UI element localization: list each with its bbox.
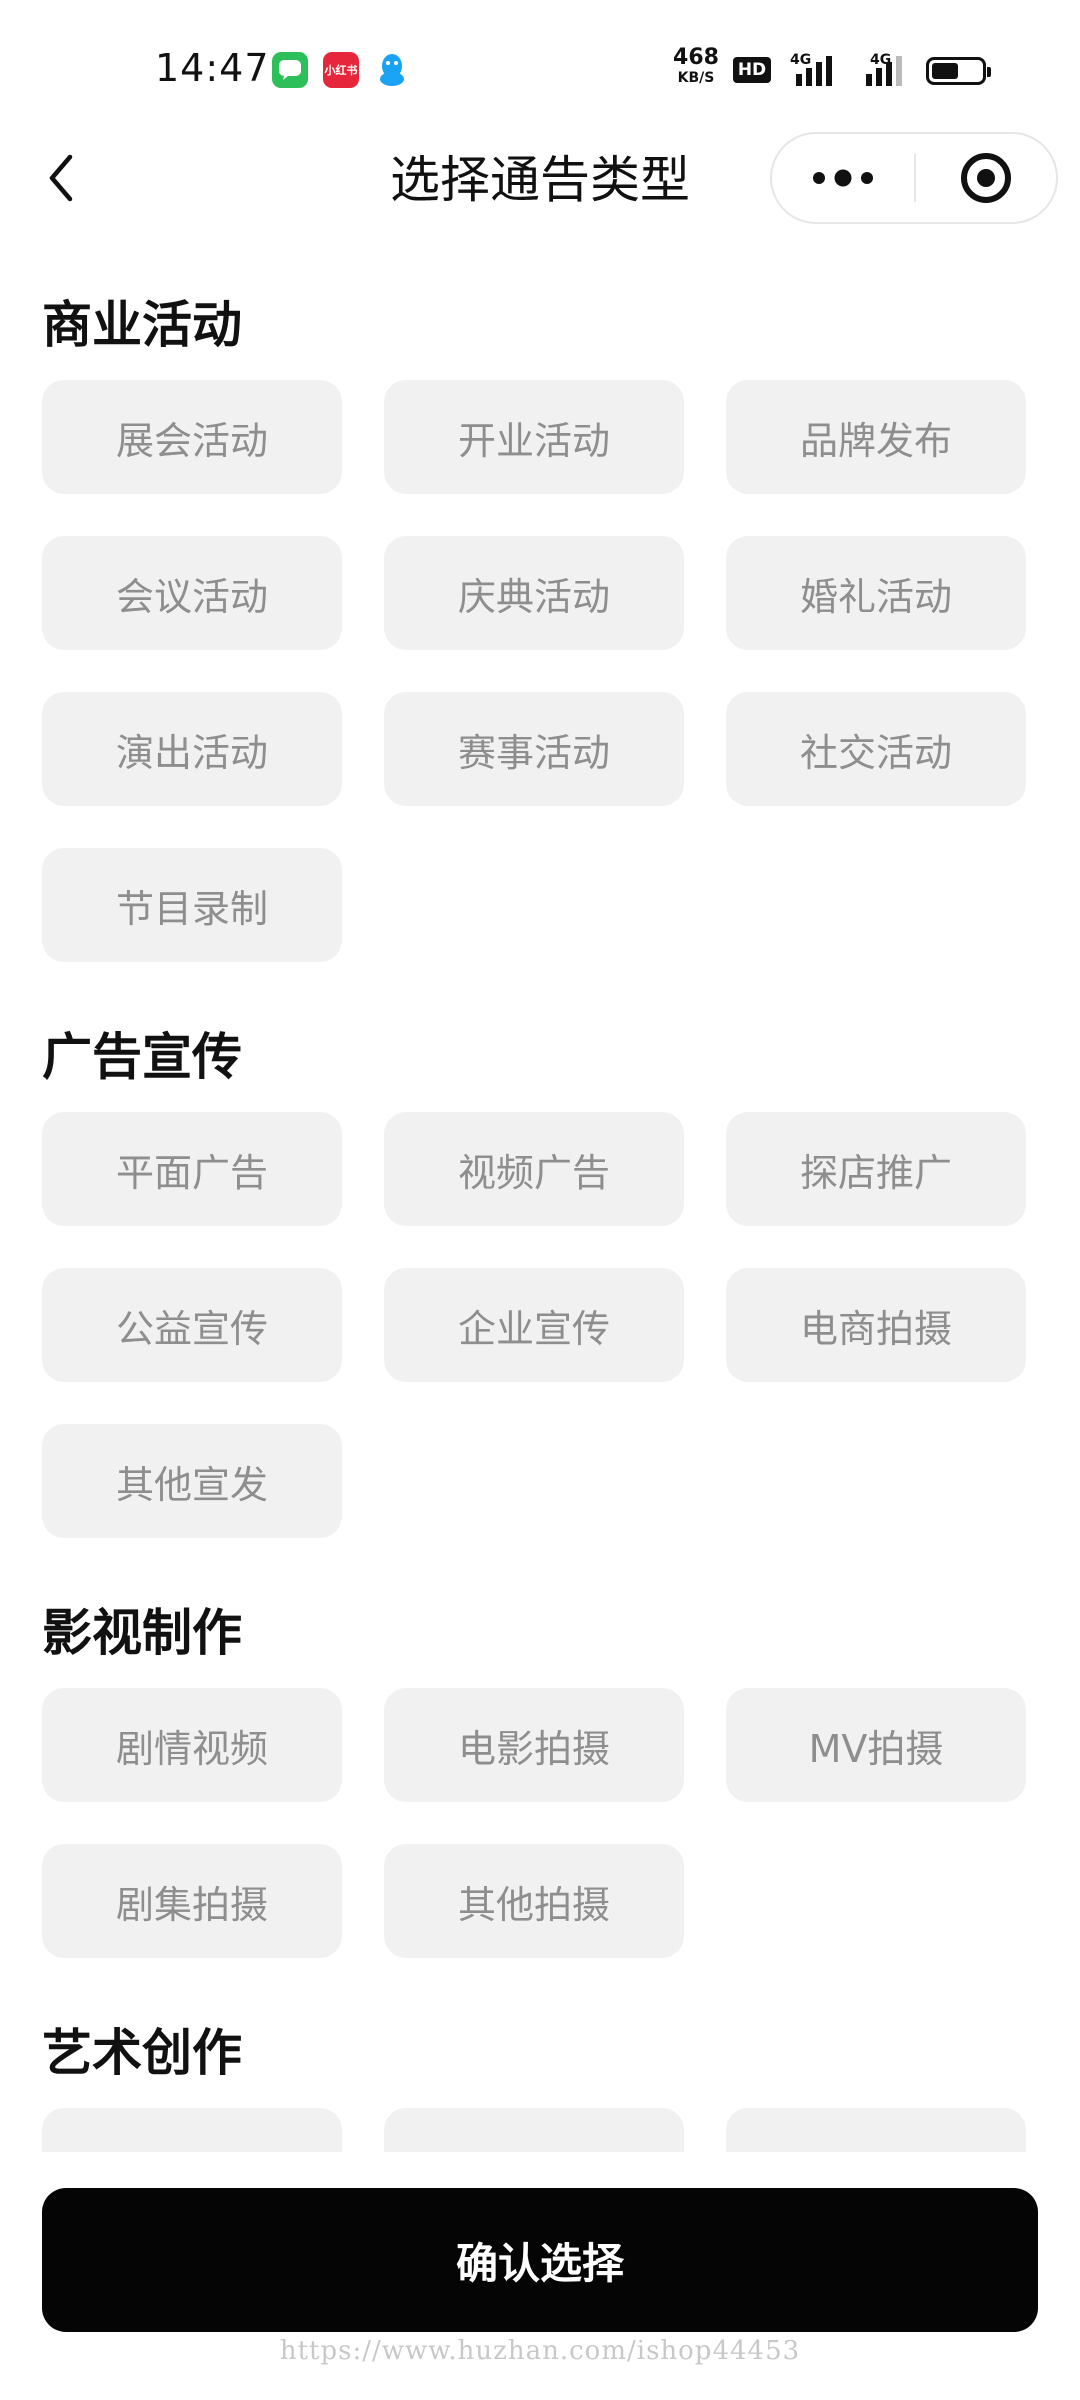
network-speed: 468 KB/S (672, 45, 720, 88)
category-chip[interactable]: 电影拍摄 (384, 1688, 684, 1802)
category-chip[interactable]: 庆典活动 (384, 536, 684, 650)
target-circle-icon (961, 153, 1011, 203)
category-chip[interactable] (384, 2108, 684, 2152)
signal-icon: 4G (790, 50, 850, 94)
signal-icon: 4G (860, 50, 920, 94)
chip-grid (42, 2108, 1038, 2152)
category-chip[interactable]: 演出活动 (42, 692, 342, 806)
section: 商业活动展会活动 开业活动 品牌发布会议活动 庆典活动 婚礼活动演出活动 赛事活动 社交活动… (0, 270, 1080, 962)
mini-program-capsule (770, 132, 1058, 224)
category-chip[interactable]: 探店推广 (726, 1112, 1026, 1226)
category-chip[interactable]: 会议活动 (42, 536, 342, 650)
network-speed-unit: KB/S (677, 70, 715, 86)
chip-grid: 展会活动 开业活动 品牌发布会议活动 庆典活动 婚礼活动演出活动 赛事活动 社交活动节目录制 (42, 380, 1038, 962)
category-chip[interactable]: MV拍摄 (726, 1688, 1026, 1802)
back-button[interactable] (36, 148, 86, 208)
category-chip[interactable]: 剧集拍摄 (42, 1844, 342, 1958)
category-list[interactable]: 商业活动展会活动 开业活动 品牌发布会议活动 庆典活动 婚礼活动演出活动 赛事活动 社交活动… (0, 270, 1080, 2152)
more-dots-icon (813, 169, 873, 187)
close-mini-program-button[interactable] (916, 134, 1056, 222)
qq-icon (374, 52, 410, 88)
category-chip[interactable] (42, 2108, 342, 2152)
category-chip[interactable]: 企业宣传 (384, 1268, 684, 1382)
xiaohongshu-icon: 小红书 (323, 52, 359, 88)
section: 影视制作剧情视频 电影拍摄 MV拍摄剧集拍摄 其他拍摄 (0, 1578, 1080, 1958)
more-button[interactable] (772, 134, 914, 222)
category-chip[interactable]: 品牌发布 (726, 380, 1026, 494)
section-title: 广告宣传 (42, 1028, 242, 1086)
category-chip[interactable]: 电商拍摄 (726, 1268, 1026, 1382)
category-chip[interactable] (726, 2108, 1026, 2152)
hd-voice-icon: HD (733, 57, 771, 83)
status-bar: 14:47 小红书 468 KB/S HD 4G 4G (0, 0, 1080, 130)
battery-fill (932, 63, 958, 79)
section: 艺术创作 (0, 1998, 1080, 2152)
watermark: https://www.huzhan.com/ishop44453 (279, 2336, 801, 2366)
category-chip[interactable]: 赛事活动 (384, 692, 684, 806)
category-chip[interactable]: 婚礼活动 (726, 536, 1026, 650)
chip-grid: 平面广告 视频广告 探店推广公益宣传 企业宣传 电商拍摄其他宣发 (42, 1112, 1038, 1538)
category-chip[interactable]: 公益宣传 (42, 1268, 342, 1382)
message-icon (272, 52, 308, 88)
category-chip[interactable]: 其他宣发 (42, 1424, 342, 1538)
category-chip[interactable]: 平面广告 (42, 1112, 342, 1226)
battery-icon (926, 57, 991, 85)
signal-label: 4G (790, 52, 811, 68)
network-speed-value: 468 (673, 45, 719, 70)
category-chip[interactable]: 剧情视频 (42, 1688, 342, 1802)
category-chip[interactable]: 社交活动 (726, 692, 1026, 806)
category-chip[interactable]: 开业活动 (384, 380, 684, 494)
status-time: 14:47 (155, 46, 270, 90)
category-chip[interactable]: 展会活动 (42, 380, 342, 494)
confirm-button[interactable]: 确认选择 (42, 2188, 1038, 2332)
section-title: 影视制作 (42, 1604, 242, 1662)
section-title: 商业活动 (42, 296, 242, 354)
section-title: 艺术创作 (42, 2024, 242, 2082)
category-chip[interactable]: 节目录制 (42, 848, 342, 962)
category-chip[interactable]: 视频广告 (384, 1112, 684, 1226)
category-chip[interactable]: 其他拍摄 (384, 1844, 684, 1958)
chip-grid: 剧情视频 电影拍摄 MV拍摄剧集拍摄 其他拍摄 (42, 1688, 1038, 1958)
section: 广告宣传平面广告 视频广告 探店推广公益宣传 企业宣传 电商拍摄其他宣发 (0, 1002, 1080, 1538)
chevron-left-icon (49, 154, 73, 202)
